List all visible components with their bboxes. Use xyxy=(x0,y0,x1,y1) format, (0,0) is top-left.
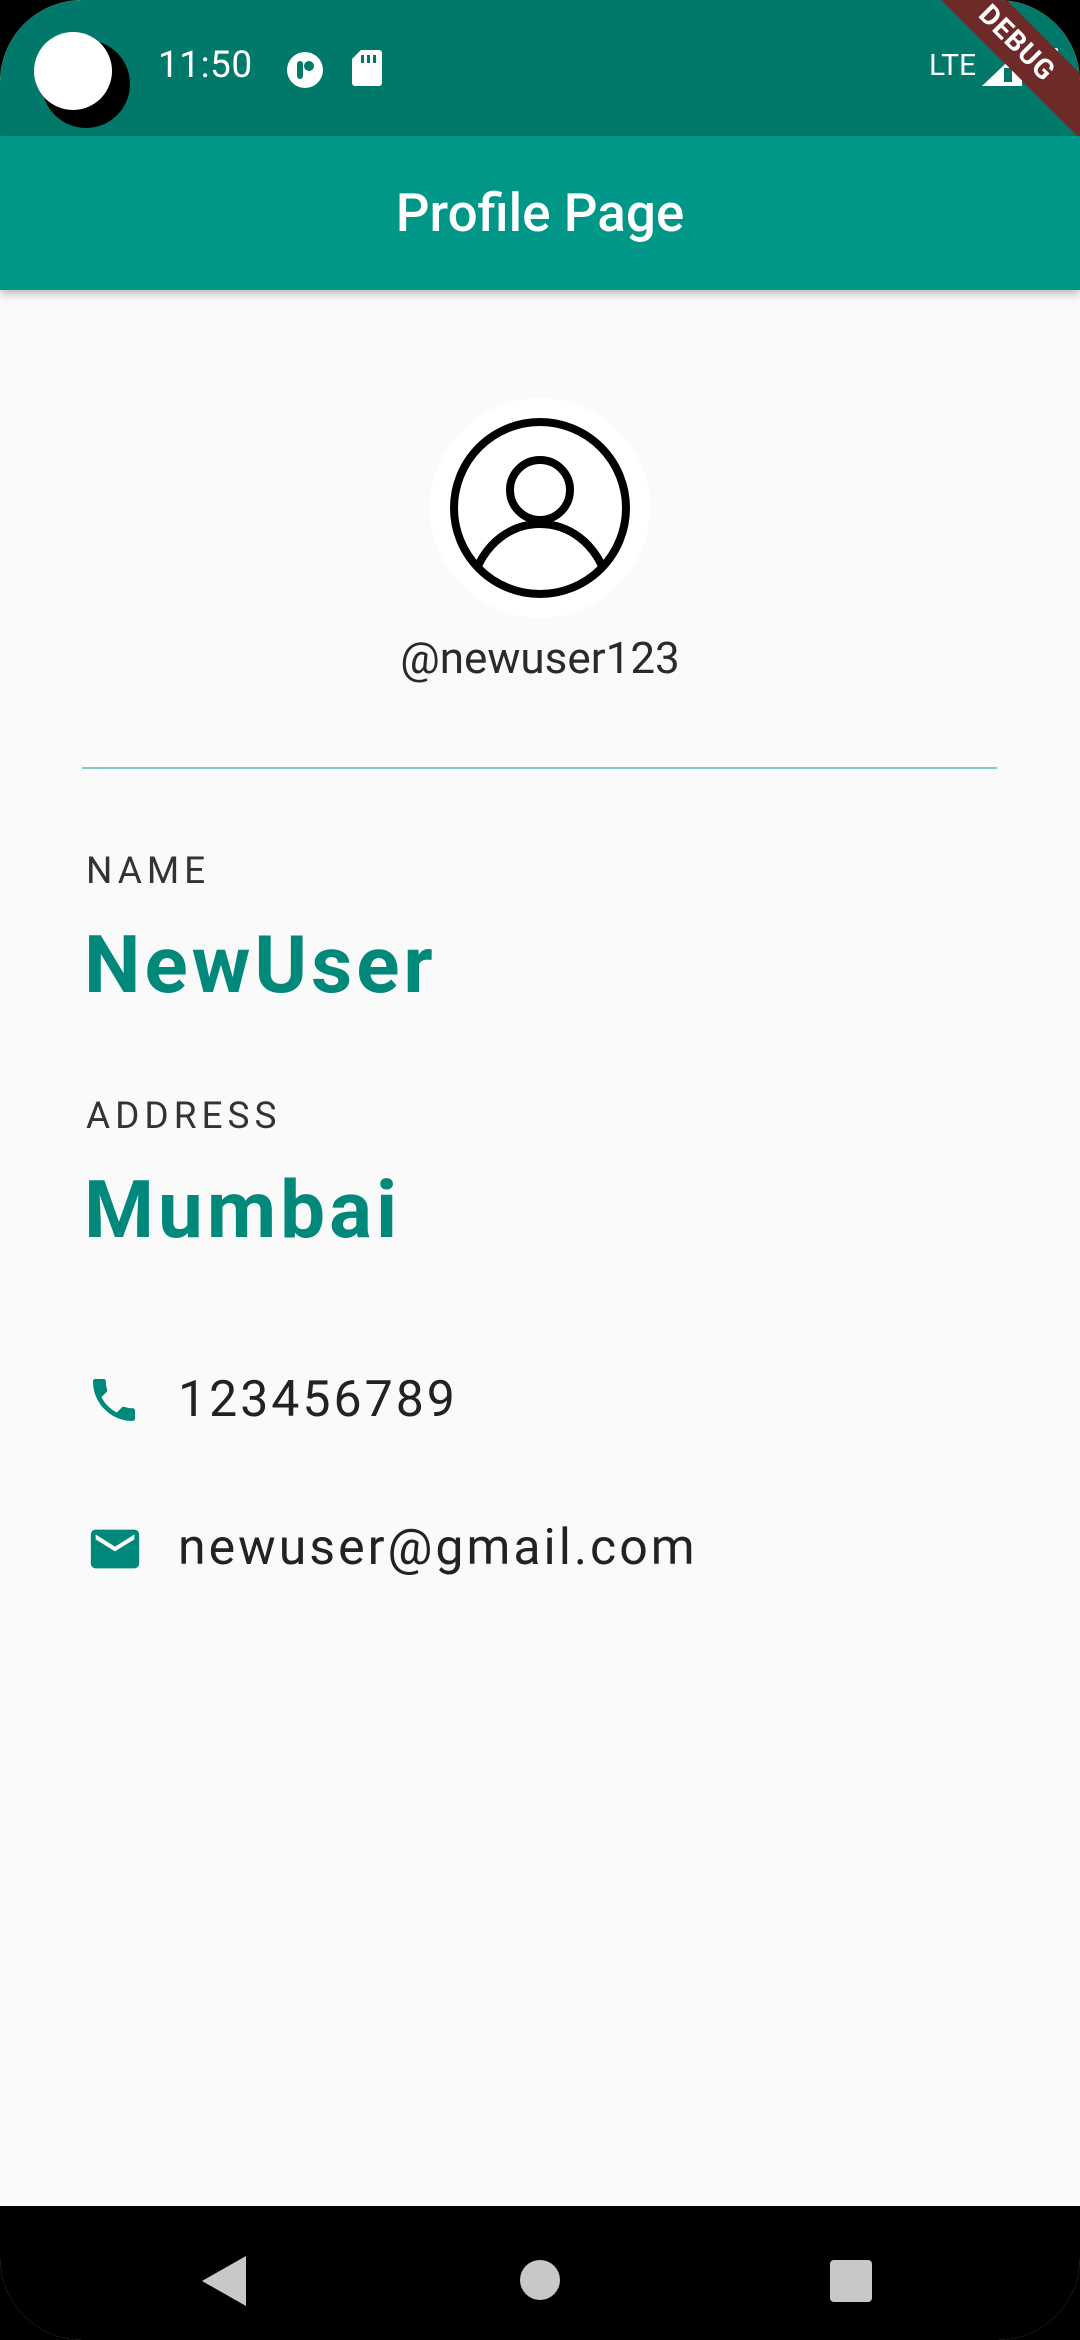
name-label: NAME xyxy=(86,850,211,893)
navigation-bar xyxy=(0,2206,1080,2340)
name-value: NewUser xyxy=(84,918,437,1012)
avatar[interactable] xyxy=(430,398,650,618)
app-bar: Profile Page xyxy=(0,136,1080,290)
page-title: Profile Page xyxy=(395,182,685,244)
email-icon xyxy=(86,1520,144,1582)
status-bar: 11:50 LTE DEBUG xyxy=(0,0,1080,141)
fitbit-icon xyxy=(286,51,324,93)
address-label: ADDRESS xyxy=(86,1095,282,1138)
phone-number[interactable]: 123456789 xyxy=(178,1371,458,1429)
home-icon[interactable] xyxy=(520,2260,560,2304)
address-value: Mumbai xyxy=(84,1163,402,1257)
recents-icon[interactable] xyxy=(830,2260,872,2306)
email-address[interactable]: newuser@gmail.com xyxy=(178,1519,698,1577)
divider xyxy=(82,767,997,769)
back-icon[interactable] xyxy=(202,2256,246,2310)
sd-card-icon xyxy=(352,50,382,90)
username: @newuser123 xyxy=(400,632,680,684)
phone-icon xyxy=(86,1372,142,1432)
network-type: LTE xyxy=(929,48,977,83)
account-circle-icon xyxy=(450,418,630,598)
status-time: 11:50 xyxy=(158,44,253,87)
device-screen: 11:50 LTE DEBUG Profile Page @newuser123… xyxy=(0,0,1080,2340)
camera-cutout xyxy=(34,32,130,128)
